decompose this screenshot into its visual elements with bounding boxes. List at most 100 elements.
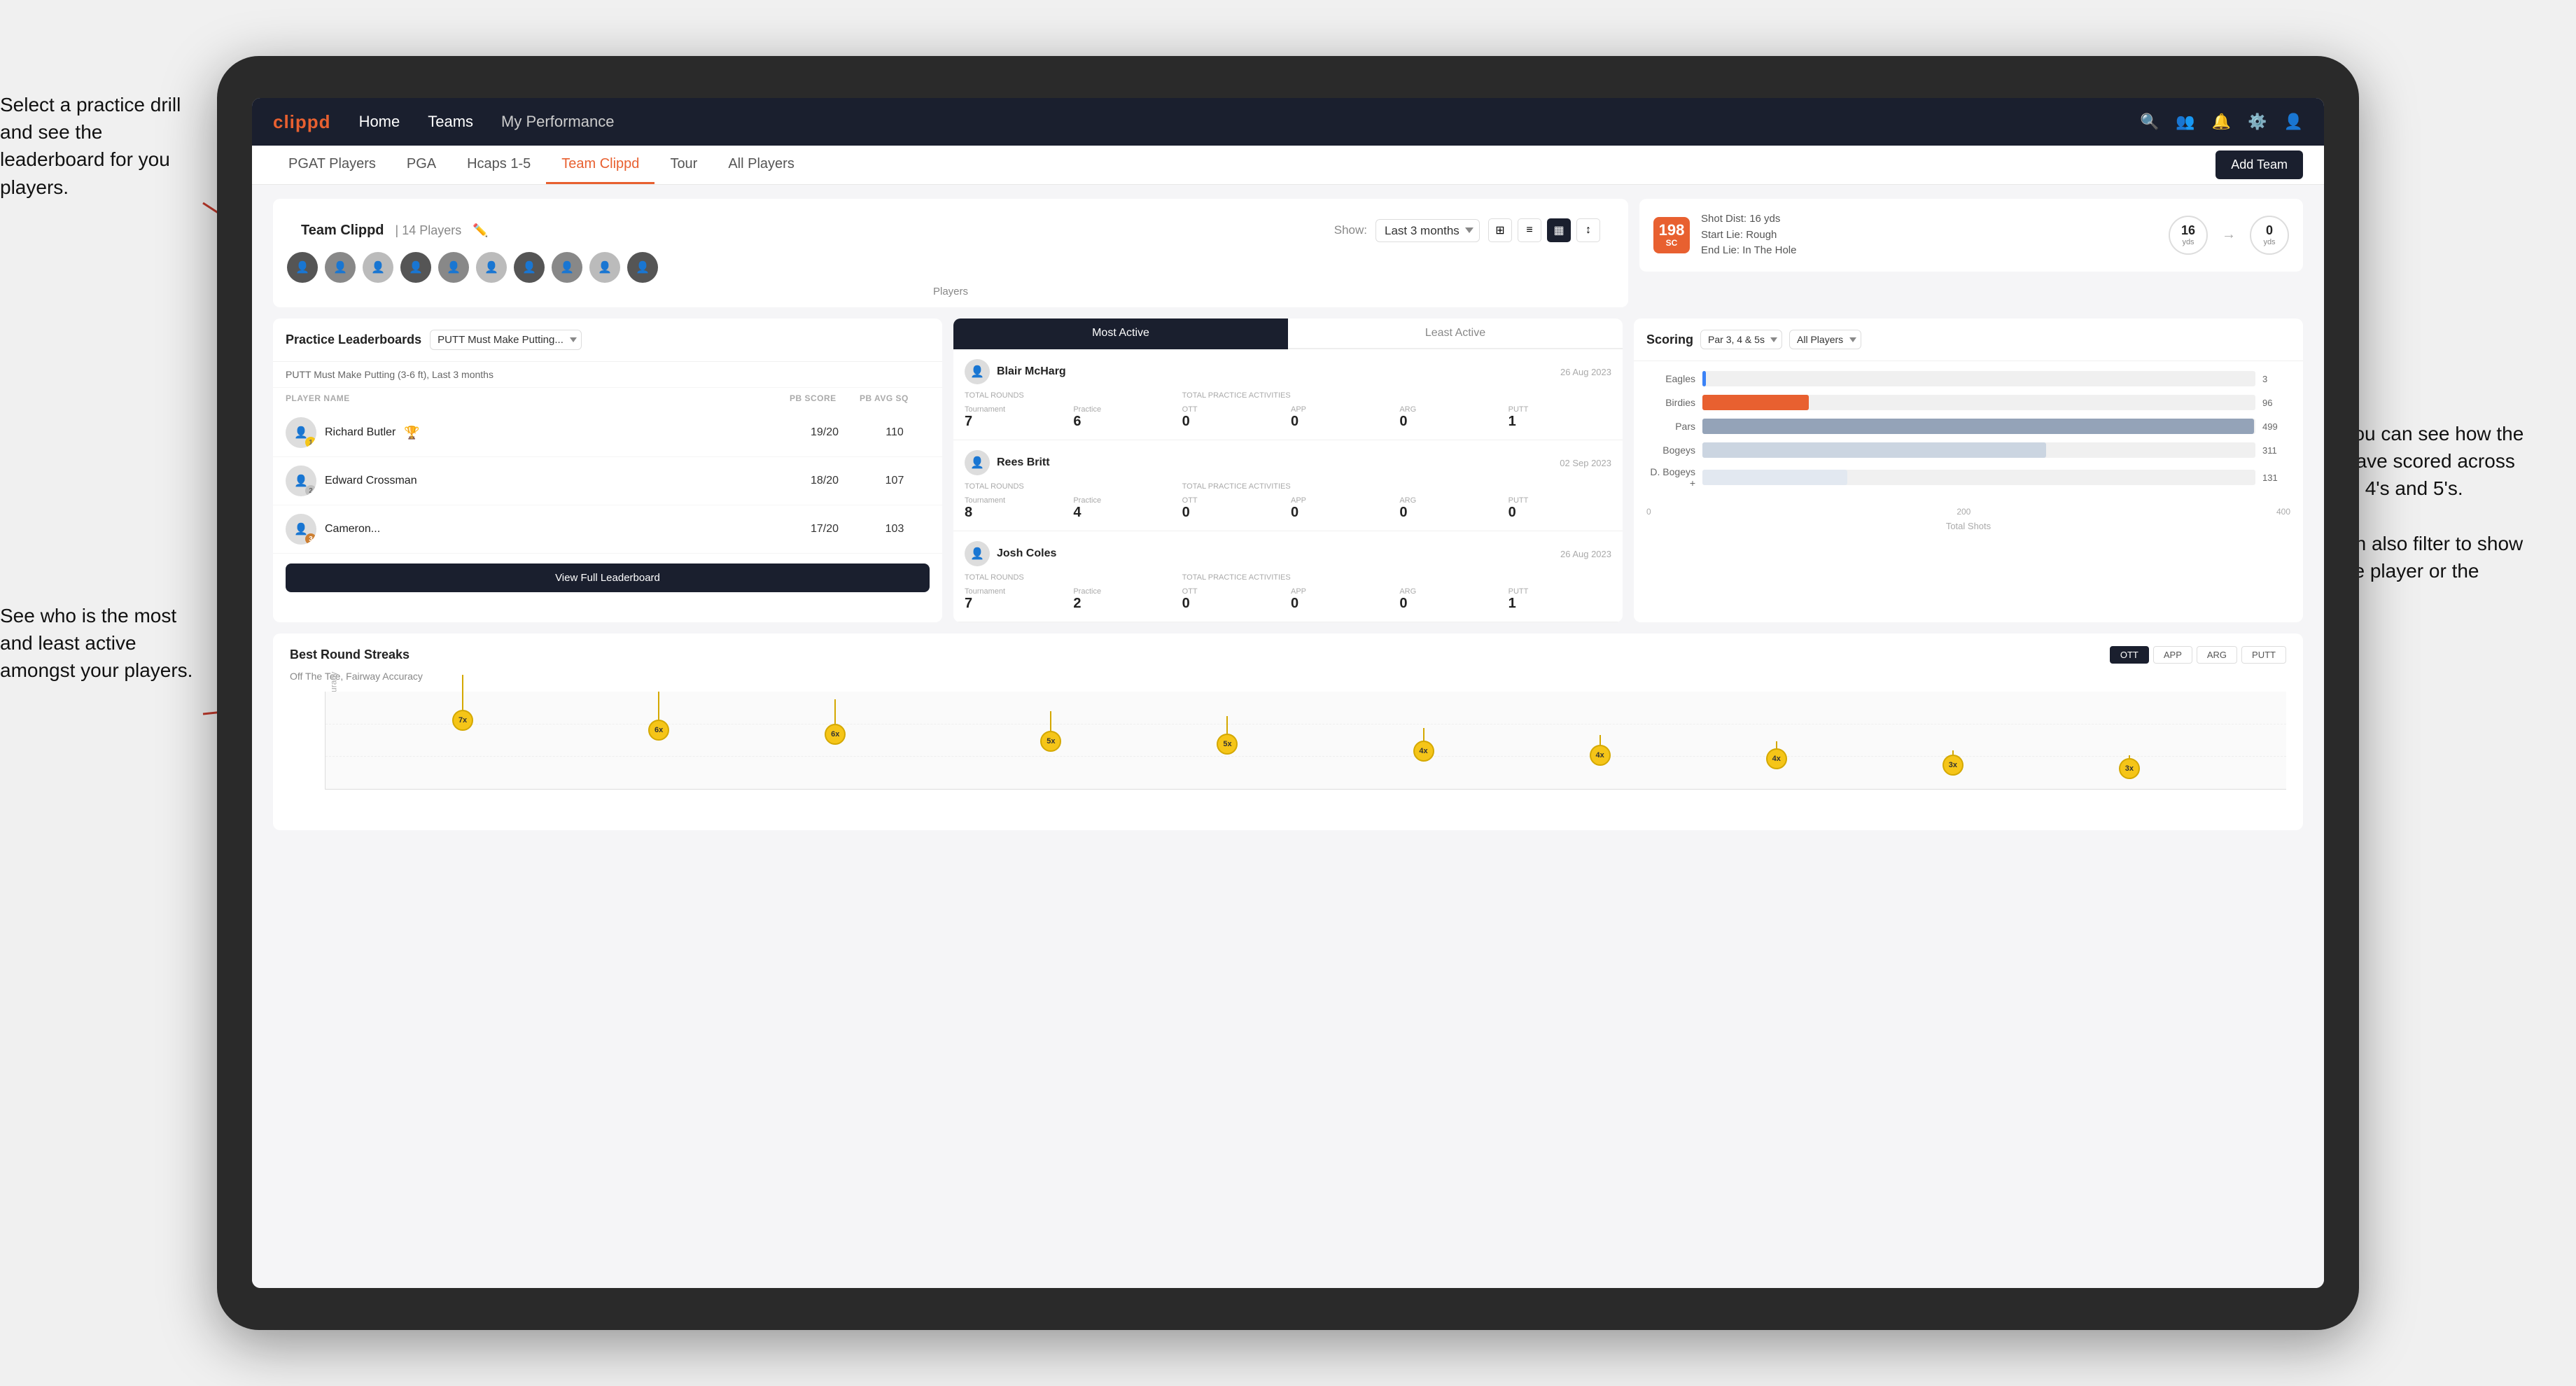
avatar-9[interactable]: 👤	[589, 252, 620, 283]
ott-val-3: 0	[1182, 596, 1285, 612]
subnav-tour[interactable]: Tour	[654, 146, 713, 184]
streaks-subtitle: Off The Tee, Fairway Accuracy	[290, 671, 2286, 682]
avatar-4[interactable]: 👤	[400, 252, 431, 283]
scoring-footer: Total Shots	[1634, 517, 2303, 540]
bar-track-pars	[1702, 419, 2255, 434]
streak-bubble-10: 3x	[2119, 758, 2140, 779]
grid-line-2	[326, 756, 2286, 757]
avatar-3[interactable]: 👤	[363, 252, 393, 283]
x-label-200: 200	[1956, 507, 1970, 517]
putt-val-3: 1	[1508, 596, 1611, 612]
add-team-button[interactable]: Add Team	[2216, 150, 2303, 179]
practice-val-1: 6	[1073, 414, 1176, 430]
subnav-hcaps[interactable]: Hcaps 1-5	[451, 146, 546, 184]
nav-home[interactable]: Home	[359, 113, 400, 131]
avatar-5[interactable]: 👤	[438, 252, 469, 283]
putt-sub-1: PUTT 1	[1508, 405, 1611, 430]
leaderboard-row-3: 👤 3 Cameron... 17/20 103	[273, 505, 942, 554]
streak-item-10: 3x	[2119, 755, 2140, 779]
putt-sub-2: PUTT 0	[1508, 496, 1611, 521]
avatar-10[interactable]: 👤	[627, 252, 658, 283]
sort-btn[interactable]: ↕	[1576, 218, 1600, 242]
putt-val-2: 0	[1508, 505, 1611, 521]
filter-arg[interactable]: ARG	[2197, 646, 2237, 664]
tournament-sub-3: Tournament 7	[965, 587, 1068, 612]
ipad-screen: clippd Home Teams My Performance 🔍 👥 🔔 ⚙…	[252, 98, 2324, 1288]
people-icon[interactable]: 👥	[2176, 113, 2194, 131]
avatar-1[interactable]: 👤	[287, 252, 318, 283]
bar-label-eagles: Eagles	[1646, 373, 1695, 384]
streak-stem-6	[1423, 728, 1424, 741]
nav-teams[interactable]: Teams	[428, 113, 473, 131]
streaks-title: Best Round Streaks	[290, 648, 410, 662]
putt-val-1: 1	[1508, 414, 1611, 430]
app-sub-1: APP 0	[1291, 405, 1394, 430]
streak-item-4: 5x	[1040, 711, 1061, 752]
streak-item-3: 6x	[825, 699, 846, 745]
score-3: 17/20	[790, 523, 860, 536]
pa-avatar-3: 👤	[965, 541, 990, 566]
bar-track-birdies	[1702, 395, 2255, 410]
streak-item-9: 3x	[1942, 750, 1963, 776]
streak-item-2: 6x	[648, 692, 669, 741]
list-view-btn[interactable]: ≡	[1518, 218, 1541, 242]
search-icon[interactable]: 🔍	[2140, 113, 2159, 131]
bar-bogeys: Bogeys 311	[1646, 442, 2290, 458]
bar-label-pars: Pars	[1646, 421, 1695, 432]
scoring-par-filter[interactable]: Par 3, 4 & 5s	[1700, 330, 1782, 349]
nav-my-performance[interactable]: My Performance	[501, 113, 614, 131]
tournament-val-1: 7	[965, 414, 1068, 430]
streak-stem-2	[658, 692, 659, 720]
rounds-label-3: Total Rounds	[965, 573, 1177, 582]
nav-logo: clippd	[273, 111, 331, 133]
team-info-card: Team Clippd | 14 Players ✏️ Show: Last 3…	[273, 199, 1628, 307]
subnav-pgat[interactable]: PGAT Players	[273, 146, 391, 184]
filter-app[interactable]: APP	[2153, 646, 2192, 664]
col-score: PB SCORE	[790, 393, 860, 403]
filter-ott[interactable]: OTT	[2110, 646, 2149, 664]
tab-least-active[interactable]: Least Active	[1288, 318, 1623, 349]
streak-stem-4	[1050, 711, 1051, 731]
bar-label-dbogeys: D. Bogeys +	[1646, 466, 1695, 489]
annotation-bottom-left: See who is the most and least active amo…	[0, 602, 203, 685]
arg-sub-1: ARG 0	[1399, 405, 1502, 430]
edit-icon[interactable]: ✏️	[472, 223, 488, 238]
player-name-1: Richard Butler	[325, 426, 396, 439]
avatar-8[interactable]: 👤	[552, 252, 582, 283]
avatar-7[interactable]: 👤	[514, 252, 545, 283]
shot-distances: 16 yds → 0 yds	[2169, 216, 2289, 255]
pa-stats-3: Total Rounds Total Practice Activities T…	[965, 573, 1611, 612]
bell-icon[interactable]: 🔔	[2212, 113, 2231, 131]
subnav-team-clippd[interactable]: Team Clippd	[546, 146, 654, 184]
subnav-pga[interactable]: PGA	[391, 146, 451, 184]
practice-val-3: 2	[1073, 596, 1176, 612]
avg-1: 110	[860, 426, 930, 439]
team-avatars: 👤 👤 👤 👤 👤 👤 👤 👤 👤 👤	[287, 252, 1614, 283]
scoring-player-filter[interactable]: All Players	[1789, 330, 1861, 349]
pa-date-1: 26 Aug 2023	[1560, 367, 1611, 377]
shot-info: Shot Dist: 16 yds Start Lie: Rough End L…	[1701, 211, 1796, 259]
arg-val-3: 0	[1399, 596, 1502, 612]
avatar-2[interactable]: 👤	[325, 252, 356, 283]
tab-most-active[interactable]: Most Active	[953, 318, 1288, 349]
avatar-6[interactable]: 👤	[476, 252, 507, 283]
streak-item-5: 5x	[1217, 716, 1238, 755]
grid-view-btn[interactable]: ⊞	[1488, 218, 1512, 242]
show-select[interactable]: Last 3 months	[1376, 219, 1480, 242]
filter-putt[interactable]: PUTT	[2241, 646, 2286, 664]
player-activity-3: 👤 Josh Coles 26 Aug 2023 Total Rounds To…	[953, 531, 1623, 622]
streak-item-1: 7x	[452, 675, 473, 731]
card-view-btn[interactable]: ▦	[1547, 218, 1571, 242]
drill-select[interactable]: PUTT Must Make Putting...	[430, 330, 582, 350]
bar-track-dbogeys	[1702, 470, 2255, 485]
subnav-all-players[interactable]: All Players	[713, 146, 809, 184]
view-full-leaderboard-button[interactable]: View Full Leaderboard	[286, 564, 930, 592]
arg-val-1: 0	[1399, 414, 1502, 430]
ott-sub-3: OTT 0	[1182, 587, 1285, 612]
user-avatar[interactable]: 👤	[2284, 113, 2303, 131]
streak-chart-wrapper: Hole, Fairway Accuracy 7x	[290, 692, 2286, 818]
x-label-400: 400	[2276, 507, 2290, 517]
leaderboard-col-headers: PLAYER NAME PB SCORE PB AVG SQ	[273, 388, 942, 409]
settings-icon[interactable]: ⚙️	[2248, 113, 2267, 131]
score-1: 19/20	[790, 426, 860, 439]
